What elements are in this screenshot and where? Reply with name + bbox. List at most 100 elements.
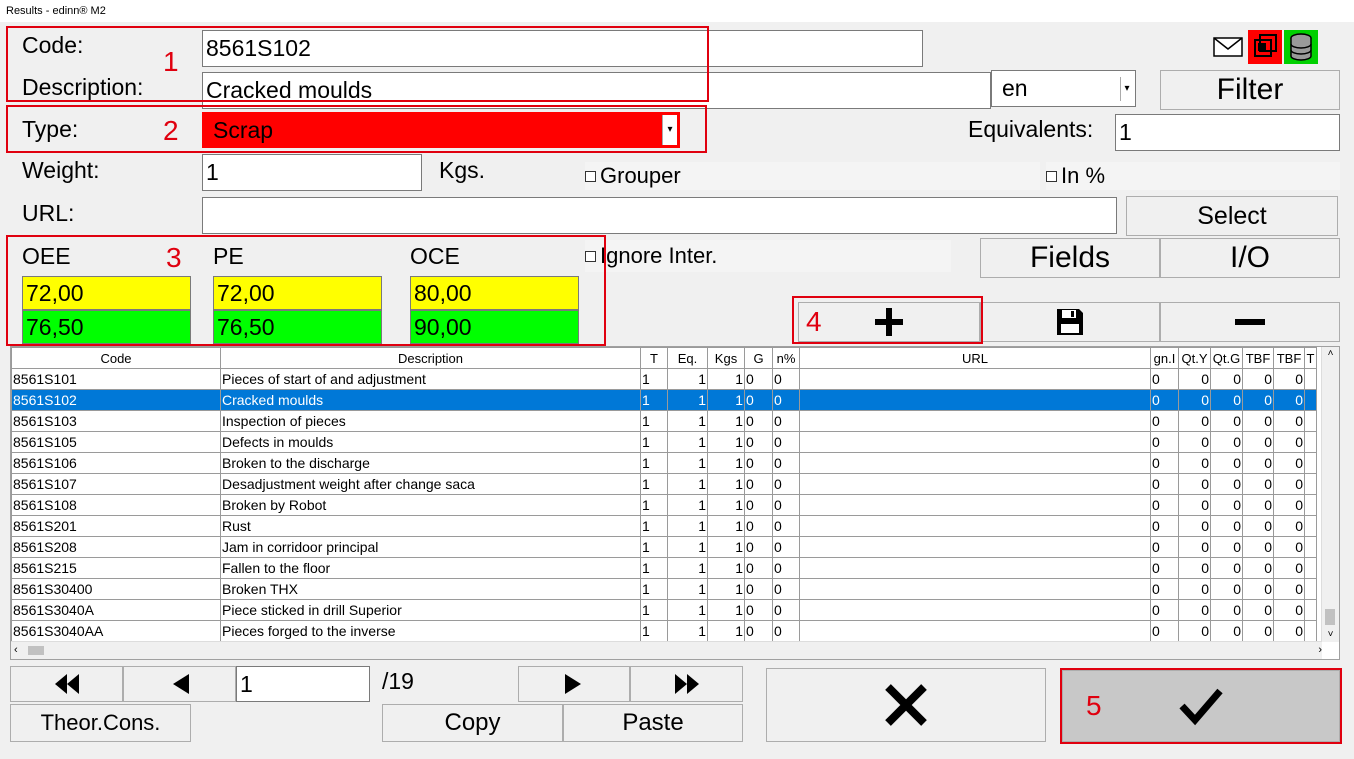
database-icon[interactable] — [1284, 30, 1318, 64]
double-left-arrow-icon — [54, 674, 79, 694]
cancel-button[interactable] — [766, 668, 1046, 742]
theor-cons-button[interactable]: Theor.Cons. — [10, 704, 191, 742]
scroll-down-icon[interactable]: ˅ — [1322, 628, 1339, 642]
save-button[interactable] — [980, 302, 1160, 342]
annotation-number-4: 4 — [806, 306, 822, 337]
table-row[interactable]: 8561S215 Fallen to the floor 1 1 1 0 0 0 0 0 0 0 — [11, 557, 1317, 579]
table-row[interactable]: 8561S208 Jam in corridoor principal 1 1 1 0 0 0… — [11, 536, 1317, 558]
column-header[interactable]: gn.I — [1150, 347, 1179, 369]
table-cell: 8561S3040A — [11, 599, 221, 621]
table-cell: 8561S201 — [11, 515, 221, 537]
scroll-right-icon[interactable]: › — [1318, 642, 1322, 659]
table-cell: 0 — [772, 599, 800, 621]
column-header[interactable]: Description — [220, 347, 641, 369]
select-button[interactable]: Select — [1126, 196, 1338, 236]
column-header[interactable]: Code — [11, 347, 221, 369]
column-header[interactable]: URL — [799, 347, 1151, 369]
next-page-button[interactable] — [518, 666, 630, 702]
in-percent-checkbox[interactable]: In % — [1046, 162, 1340, 190]
table-row[interactable]: 8561S105 Defects in moulds 1 1 1 0 0 0 0 0 0 0 — [11, 431, 1317, 453]
table-cell — [799, 389, 1151, 411]
annotation-box-2 — [6, 105, 707, 153]
scroll-left-icon[interactable]: ‹ — [14, 642, 18, 659]
table-cell: 0 — [1150, 578, 1179, 600]
table-cell: 0 — [744, 557, 773, 579]
annotation-box-1 — [6, 26, 709, 102]
table-cell: 8561S107 — [11, 473, 221, 495]
table-cell: 1 — [707, 452, 745, 474]
scroll-thumb[interactable] — [28, 646, 44, 655]
results-grid[interactable]: Code Description T Eq. Kgs Gn% URL gn.I Qt.Y Qt.G… — [10, 346, 1340, 660]
vertical-scrollbar[interactable]: ˄ ˅ — [1321, 347, 1339, 642]
table-cell: 0 — [1273, 389, 1305, 411]
table-row[interactable]: 8561S107 Desadjustment weight after chang… — [11, 473, 1317, 495]
table-cell: 0 — [1178, 494, 1211, 516]
io-button[interactable]: I/O — [1160, 238, 1340, 278]
table-cell: 0 — [744, 431, 773, 453]
table-row[interactable]: 8561S102 Cracked moulds 1 1 1 0 0 0 0 0 0 0 — [11, 389, 1317, 411]
table-cell: 1 — [667, 452, 708, 474]
checkbox-icon — [585, 170, 596, 182]
filter-button[interactable]: Filter — [1160, 70, 1340, 110]
table-cell: 0 — [1210, 368, 1243, 390]
last-page-button[interactable] — [630, 666, 743, 702]
column-header[interactable]: Eq. — [667, 347, 708, 369]
language-select[interactable]: en ▾ — [991, 70, 1136, 107]
column-header[interactable]: Qt.G — [1210, 347, 1243, 369]
column-header[interactable]: T — [640, 347, 668, 369]
ignore-inter-label: Ignore Inter. — [600, 243, 718, 268]
table-cell: 1 — [640, 536, 668, 558]
column-header[interactable]: TBF — [1242, 347, 1274, 369]
table-cell — [799, 452, 1151, 474]
table-row[interactable]: 8561S108 Broken by Robot 1 1 1 0 0 0 0 0 0 0 — [11, 494, 1317, 516]
grouper-checkbox[interactable]: Grouper — [585, 162, 1040, 190]
weight-input[interactable]: 1 — [202, 154, 422, 191]
table-cell: 1 — [707, 536, 745, 558]
floppy-disk-icon — [1057, 309, 1083, 335]
table-cell: 1 — [667, 578, 708, 600]
fields-button[interactable]: Fields — [980, 238, 1160, 278]
table-row[interactable]: 8561S30400 Broken THX 1 1 1 0 0 0 0 0 0 0 — [11, 578, 1317, 600]
page-total: /19 — [382, 668, 414, 694]
table-row[interactable]: 8561S106 Broken to the discharge 1 1 1 0 0 0 0 0 0… — [11, 452, 1317, 474]
table-cell — [799, 431, 1151, 453]
table-cell: 1 — [640, 473, 668, 495]
table-cell: Jam in corridoor principal — [220, 536, 641, 558]
horizontal-scrollbar[interactable]: ‹ › — [11, 641, 1322, 659]
scroll-up-icon[interactable]: ˄ — [1322, 347, 1339, 361]
ignore-inter-checkbox[interactable]: Ignore Inter. — [585, 240, 951, 272]
url-input[interactable] — [202, 197, 1117, 234]
copy-button[interactable]: Copy — [382, 704, 563, 742]
column-header[interactable]: Qt.Y — [1178, 347, 1211, 369]
table-cell: 1 — [667, 410, 708, 432]
previous-page-button[interactable] — [123, 666, 236, 702]
column-header[interactable]: Kgs — [707, 347, 745, 369]
column-header[interactable]: G — [744, 347, 773, 369]
column-header[interactable]: TBF — [1273, 347, 1305, 369]
table-row[interactable]: 8561S201 Rust 1 1 1 0 0 0 0 0 0 0 — [11, 515, 1317, 537]
equivalents-input[interactable]: 1 — [1115, 114, 1340, 151]
page-input[interactable]: 1 — [236, 666, 370, 702]
mail-icon[interactable] — [1212, 32, 1244, 62]
column-header[interactable]: n% — [772, 347, 800, 369]
remove-button[interactable] — [1160, 302, 1340, 342]
copy-windows-icon[interactable] — [1248, 30, 1282, 64]
table-cell — [799, 494, 1151, 516]
table-cell: Desadjustment weight after change saca — [220, 473, 641, 495]
table-row[interactable]: 8561S3040AA Pieces forged to the inverse 1… — [11, 620, 1317, 642]
first-page-button[interactable] — [10, 666, 123, 702]
table-cell: 1 — [667, 515, 708, 537]
table-row[interactable]: 8561S103 Inspection of pieces 1 1 1 0 0 0 0 0 0 0 — [11, 410, 1317, 432]
table-cell: 0 — [1273, 620, 1305, 642]
table-row[interactable]: 8561S3040A Piece sticked in drill Superio… — [11, 599, 1317, 621]
table-cell: 0 — [1150, 389, 1179, 411]
table-cell: 0 — [1150, 368, 1179, 390]
paste-button[interactable]: Paste — [563, 704, 743, 742]
table-cell: 0 — [1273, 494, 1305, 516]
table-cell: 8561S101 — [11, 368, 221, 390]
table-cell: 0 — [1150, 536, 1179, 558]
scroll-thumb[interactable] — [1325, 609, 1335, 625]
table-cell: 0 — [1242, 473, 1274, 495]
table-row[interactable]: 8561S101 Pieces of start of and adjustmen… — [11, 368, 1317, 390]
column-header[interactable]: T — [1304, 347, 1317, 369]
